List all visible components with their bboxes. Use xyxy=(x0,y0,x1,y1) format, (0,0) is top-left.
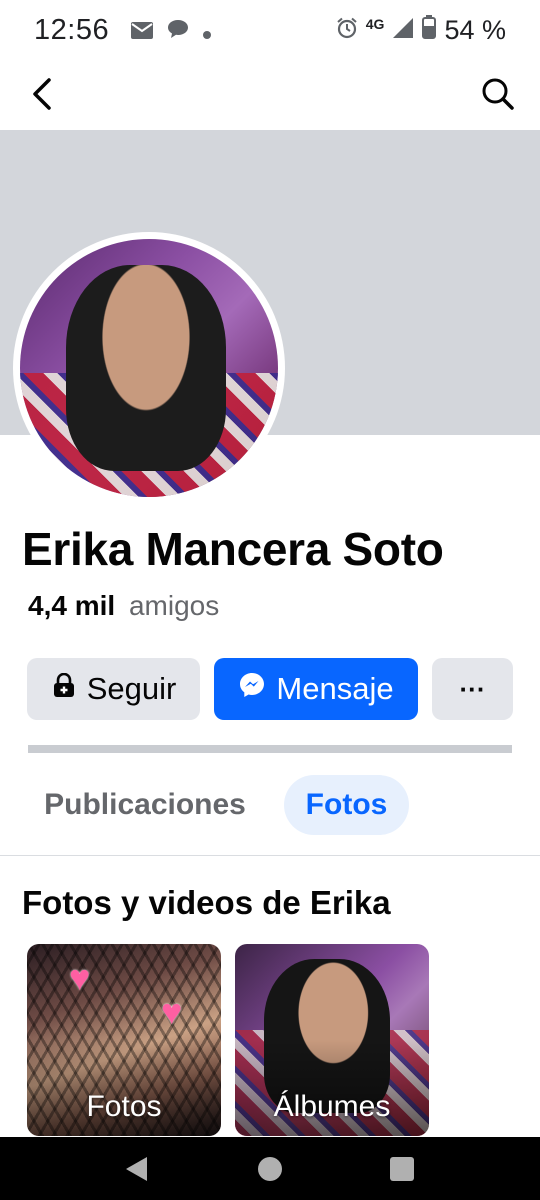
battery-icon xyxy=(422,14,437,46)
search-button[interactable] xyxy=(478,74,518,114)
system-navigation-bar xyxy=(0,1137,540,1200)
albums-tile[interactable]: Álbumes xyxy=(235,944,429,1136)
profile-name: Erika Mancera Soto xyxy=(22,523,444,575)
mail-icon xyxy=(131,14,154,46)
system-back-button[interactable] xyxy=(120,1153,152,1185)
recents-square-icon xyxy=(390,1157,414,1181)
dot-icon xyxy=(203,14,212,46)
alarm-icon xyxy=(336,15,358,46)
system-home-button[interactable] xyxy=(254,1153,286,1185)
avatar-image xyxy=(20,239,278,497)
status-time: 12:56 xyxy=(34,13,110,46)
search-icon xyxy=(482,78,514,110)
back-button[interactable] xyxy=(22,74,62,114)
follow-label: Seguir xyxy=(86,671,177,706)
friends-label: amigos xyxy=(128,590,220,621)
status-notification-icons xyxy=(131,14,212,46)
profile-avatar[interactable] xyxy=(13,232,285,504)
media-section-title: Fotos y videos de Erika xyxy=(22,884,391,921)
heart-sticker-icon: ♥ xyxy=(69,957,91,998)
profile-tabs: Publicaciones Fotos xyxy=(0,775,540,837)
profile-actions: Seguir Mensaje ··· xyxy=(27,658,513,720)
more-icon: ··· xyxy=(459,673,486,704)
section-divider xyxy=(28,745,512,753)
albums-tile-label: Álbumes xyxy=(273,1090,391,1123)
signal-icon xyxy=(392,15,414,46)
photos-tile[interactable]: ♥ ♥ Fotos xyxy=(27,944,221,1136)
back-triangle-icon xyxy=(126,1157,147,1181)
status-right-group: 4G 54 % xyxy=(336,14,506,46)
battery-level: 54 % xyxy=(444,14,506,45)
message-button[interactable]: Mensaje xyxy=(214,658,418,720)
network-type: 4G xyxy=(365,16,385,32)
messenger-icon xyxy=(238,671,266,707)
tab-photos[interactable]: Fotos xyxy=(284,775,409,835)
more-options-button[interactable]: ··· xyxy=(432,658,513,720)
system-recents-button[interactable] xyxy=(386,1153,418,1185)
status-bar: 12:56 4G 54 % xyxy=(0,0,540,60)
friends-count: 4,4 mil xyxy=(28,590,116,621)
top-navigation xyxy=(0,60,540,130)
message-label: Mensaje xyxy=(276,671,394,706)
heart-sticker-icon: ♥ xyxy=(161,991,183,1032)
friends-count-line[interactable]: 4,4 mil amigos xyxy=(28,590,219,622)
follow-lock-icon xyxy=(51,671,77,707)
chat-icon xyxy=(167,14,189,46)
photos-tile-label: Fotos xyxy=(86,1090,162,1123)
tabs-divider xyxy=(0,855,540,856)
follow-button[interactable]: Seguir xyxy=(27,658,200,720)
back-arrow-icon xyxy=(33,78,51,110)
tab-posts[interactable]: Publicaciones xyxy=(28,775,262,835)
home-circle-icon xyxy=(258,1157,282,1181)
